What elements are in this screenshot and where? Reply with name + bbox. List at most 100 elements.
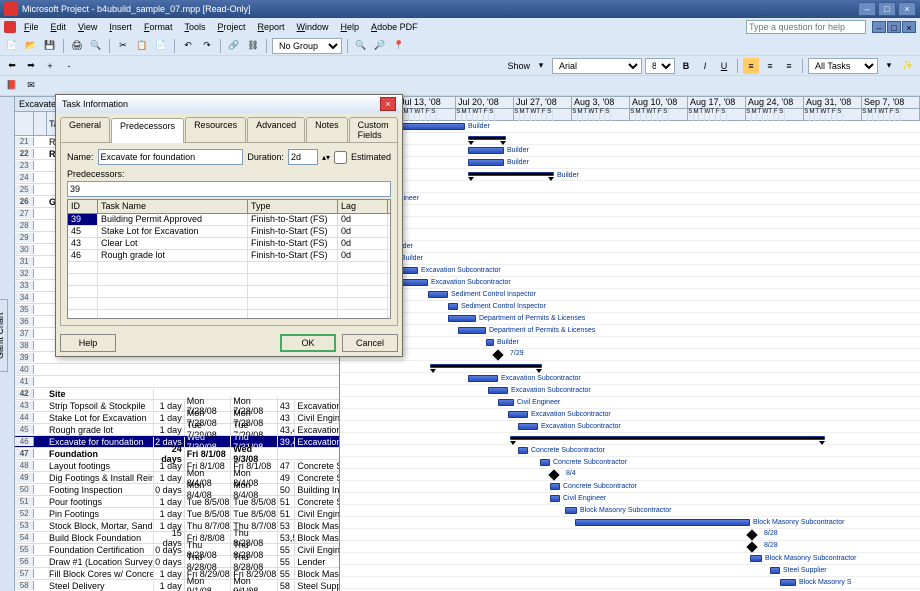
maximize-button[interactable]: □ (878, 2, 896, 16)
task-bar[interactable]: Excavation Subcontractor (508, 411, 528, 418)
cut-button[interactable]: ✂ (115, 38, 131, 54)
task-row[interactable]: 51Pour footings1 dayTue 8/5/08Tue 8/5/08… (15, 496, 339, 508)
task-bar[interactable]: Builder (468, 147, 504, 154)
pred-col-id[interactable]: ID (68, 200, 98, 213)
font-combo[interactable]: Arial (552, 58, 642, 74)
week-header[interactable]: Sep 7, '08SMTWTFS (862, 97, 920, 120)
gantt-row[interactable] (340, 361, 920, 373)
gantt-row[interactable]: Civil Engineer (340, 493, 920, 505)
gantt-row[interactable] (340, 433, 920, 445)
task-bar[interactable]: Block Masonry S (780, 579, 796, 586)
task-row[interactable]: 50Footing Inspection0 daysMon 8/4/08Mon … (15, 484, 339, 496)
gantt-row[interactable]: Sediment Control Inspector (340, 301, 920, 313)
gantt-row[interactable]: Excavation Subcontractor (340, 421, 920, 433)
timescale[interactable]: Jul 6, '08SMTWTFSJul 13, '08SMTWTFSJul 2… (340, 97, 920, 121)
gantt-row[interactable]: Concrete Subcontractor (340, 457, 920, 469)
task-bar[interactable]: Concrete Subcontractor (518, 447, 528, 454)
menu-adobe-pdf[interactable]: Adobe PDF (365, 20, 424, 34)
menu-view[interactable]: View (72, 20, 103, 34)
week-header[interactable]: Aug 17, '08SMTWTFS (688, 97, 746, 120)
gantt-row[interactable]: Builder (340, 121, 920, 133)
gantt-row[interactable]: 8/28 (340, 541, 920, 553)
task-row[interactable]: 48Layout footings1 dayFri 8/1/08Fri 8/1/… (15, 460, 339, 472)
align-right-button[interactable]: ≡ (781, 58, 797, 74)
align-center-button[interactable]: ≡ (762, 58, 778, 74)
redo-button[interactable]: ↷ (199, 38, 215, 54)
menu-tools[interactable]: Tools (178, 20, 211, 34)
gantt-row[interactable]: Block Masonry Subcontractor (340, 505, 920, 517)
gantt-row[interactable]: Builder (340, 145, 920, 157)
paste-button[interactable]: 📄 (153, 38, 169, 54)
summary-bar[interactable]: Builder (468, 172, 554, 176)
task-bar[interactable]: Sediment Control Inspector (448, 303, 458, 310)
link-button[interactable]: 🔗 (226, 38, 242, 54)
task-bar[interactable]: Civil Engineer (498, 399, 514, 406)
task-row[interactable]: 57Fill Block Cores w/ Concrete1 dayFri 8… (15, 568, 339, 580)
menu-edit[interactable]: Edit (45, 20, 73, 34)
col-indicator[interactable] (34, 112, 47, 135)
add-button[interactable]: + (42, 58, 58, 74)
zoom-in-button[interactable]: 🔎 (372, 38, 388, 54)
doc-close-button[interactable]: × (902, 21, 916, 33)
copy-button[interactable]: 📋 (134, 38, 150, 54)
task-row[interactable]: 40 (15, 364, 339, 376)
outdent-button[interactable]: ⬅ (4, 58, 20, 74)
unlink-button[interactable]: ⛓ (245, 38, 261, 54)
gantt-row[interactable]: 7/29 (340, 349, 920, 361)
gantt-row[interactable]: Block Masonry Subcontractor (340, 553, 920, 565)
gantt-row[interactable]: 8/4 (340, 469, 920, 481)
pred-col-name[interactable]: Task Name (98, 200, 248, 213)
group-combo[interactable]: No Group (272, 38, 342, 54)
week-header[interactable]: Jul 20, '08SMTWTFS (456, 97, 514, 120)
col-rownum[interactable] (15, 112, 34, 135)
task-row[interactable]: 45Rough grade lot1 dayTue 7/29/08Tue 7/2… (15, 424, 339, 436)
gantt-row[interactable]: Steel Supplier (340, 565, 920, 577)
pred-col-type[interactable]: Type (248, 200, 338, 213)
minimize-button[interactable]: – (858, 2, 876, 16)
ok-button[interactable]: OK (280, 334, 336, 352)
gantt-row[interactable] (340, 217, 920, 229)
milestone[interactable] (746, 529, 757, 540)
save-button[interactable]: 💾 (42, 38, 58, 54)
gantt-row[interactable]: 8/28 (340, 529, 920, 541)
gantt-row[interactable]: Concrete Subcontractor (340, 481, 920, 493)
help-button[interactable]: Help (60, 334, 116, 352)
gantt-row[interactable]: Builder (340, 229, 920, 241)
gantt-row[interactable]: Block Masonry Subcontractor (340, 517, 920, 529)
week-header[interactable]: Aug 24, '08SMTWTFS (746, 97, 804, 120)
tab-custom-fields[interactable]: Custom Fields (349, 117, 398, 142)
show-dropdown[interactable]: ▾ (533, 58, 549, 74)
filter-combo[interactable]: All Tasks (808, 58, 878, 74)
pdf-button[interactable]: 📕 (4, 78, 20, 94)
gantt-row[interactable]: Concrete Subcontractor (340, 445, 920, 457)
gantt-row[interactable]: Builder (340, 169, 920, 181)
dialog-close-button[interactable]: × (380, 97, 396, 111)
autosort-button[interactable]: ▾ (881, 58, 897, 74)
help-search-input[interactable] (746, 20, 866, 34)
tab-resources[interactable]: Resources (185, 117, 246, 142)
week-header[interactable]: Jul 27, '08SMTWTFS (514, 97, 572, 120)
gantt-row[interactable]: Excavation Subcontractor (340, 385, 920, 397)
task-row[interactable]: 43Strip Topsoil & Stockpile1 dayMon 7/28… (15, 400, 339, 412)
doc-minimize-button[interactable]: – (872, 21, 886, 33)
task-row[interactable]: 47Foundation24 daysFri 8/1/08Wed 9/3/08 (15, 448, 339, 460)
cancel-button[interactable]: Cancel (342, 334, 398, 352)
gantt-row[interactable]: Department of Permits & Licenses (340, 313, 920, 325)
tab-predecessors[interactable]: Predecessors (111, 118, 184, 143)
menu-window[interactable]: Window (291, 20, 335, 34)
menu-project[interactable]: Project (211, 20, 251, 34)
new-button[interactable]: 📄 (4, 38, 20, 54)
duration-spinner[interactable]: ▴▾ (322, 153, 330, 162)
predecessor-grid[interactable]: ID Task Name Type Lag 39Building Permit … (67, 199, 391, 319)
task-row[interactable]: 44Stake Lot for Excavation1 dayMon 7/28/… (15, 412, 339, 424)
predecessor-row[interactable]: 43Clear LotFinish-to-Start (FS)0d (68, 238, 390, 250)
gantt-row[interactable]: Excavation Subcontractor (340, 277, 920, 289)
task-row[interactable]: 55Foundation Certification0 daysThu 8/28… (15, 544, 339, 556)
task-bar[interactable]: Excavation Subcontractor (488, 387, 508, 394)
bold-button[interactable]: B (678, 58, 694, 74)
task-bar[interactable]: Department of Permits & Licenses (448, 315, 476, 322)
week-header[interactable]: Aug 31, '08SMTWTFS (804, 97, 862, 120)
milestone[interactable] (746, 541, 757, 552)
name-input[interactable] (98, 149, 244, 165)
gantt-row[interactable]: Builder (340, 241, 920, 253)
